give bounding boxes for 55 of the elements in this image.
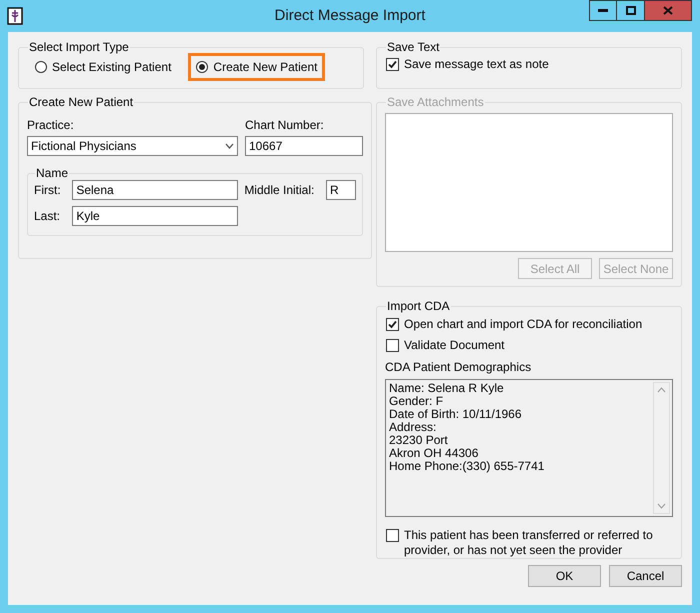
- radio-button[interactable]: [35, 61, 47, 73]
- scroll-down-icon: [657, 503, 666, 509]
- checkbox[interactable]: [386, 58, 399, 71]
- field-label: Chart Number:: [245, 117, 325, 134]
- checkbox-label: Validate Document: [404, 338, 504, 353]
- scroll-up-icon: [657, 387, 666, 393]
- field-label: Practice:: [27, 117, 75, 134]
- checkbox-label: Save message text as note: [404, 57, 549, 72]
- app-icon: [7, 7, 23, 25]
- radio-button[interactable]: [196, 61, 208, 73]
- checkbox-label: Open chart and import CDA for reconciliation: [404, 317, 642, 332]
- text-field[interactable]: 10667: [245, 136, 363, 156]
- field-label: CDA Patient Demographics: [385, 359, 532, 376]
- text-field[interactable]: R: [326, 180, 356, 200]
- check-icon: [388, 320, 397, 329]
- maximize-icon: [626, 6, 636, 15]
- maximize-button[interactable]: [617, 0, 645, 21]
- check-icon: [388, 60, 397, 69]
- demographics-line: Address:: [389, 421, 438, 434]
- text-field[interactable]: Kyle: [72, 206, 238, 226]
- group-title: Import CDA: [386, 298, 451, 315]
- radio-option[interactable]: Create New Patient: [188, 53, 326, 81]
- demographics-line: Home Phone:(330) 655-7741: [389, 460, 546, 473]
- close-icon: [663, 6, 673, 15]
- group-title: Select Import Type: [28, 39, 130, 56]
- radio-option[interactable]: Select Existing Patient: [32, 53, 174, 81]
- field-label: Last:: [34, 208, 62, 225]
- demographics-box[interactable]: Name: Selena R Kyle Gender: F Date of Birth: 10/11/1966 Address: 23230 Port Akron OH 44306 Home Phone:(330) 655-7741: [385, 379, 673, 517]
- practice-dropdown[interactable]: Fictional Physicians: [27, 136, 238, 156]
- demographics-line: 23230 Port: [389, 434, 449, 447]
- dialog-button[interactable]: Cancel: [609, 565, 682, 587]
- checkbox[interactable]: [386, 318, 399, 331]
- field-label: First:: [34, 182, 62, 199]
- scrollbar[interactable]: [653, 382, 670, 514]
- demographics-line: Gender: F: [389, 395, 444, 408]
- minimize-icon: [598, 9, 608, 12]
- radio-label: Select Existing Patient: [52, 59, 172, 76]
- demographics-line: Akron OH 44306: [389, 447, 480, 460]
- group-title: Save Attachments: [386, 94, 485, 111]
- group-title: Save Text: [386, 39, 440, 56]
- chevron-down-icon: [225, 143, 234, 149]
- group-title: Name: [35, 165, 70, 182]
- checkbox[interactable]: [386, 339, 399, 352]
- close-button[interactable]: [645, 0, 692, 21]
- minimize-button[interactable]: [589, 0, 617, 21]
- demographics-line: Date of Birth: 10/11/1966: [389, 408, 523, 421]
- field-label: Middle Initial:: [244, 182, 316, 199]
- checkbox-label: This patient has been transferred or referred to provider, or has not yet seen the provider: [404, 528, 654, 558]
- radio-label: Create New Patient: [213, 59, 318, 76]
- window-title: Direct Message Import: [274, 6, 426, 26]
- demographics-line: Name: Selena R Kyle: [389, 382, 505, 395]
- checkbox[interactable]: [386, 529, 399, 542]
- group-title: Create New Patient: [28, 94, 134, 111]
- text-field[interactable]: Selena: [72, 180, 238, 200]
- dialog-button[interactable]: OK: [528, 565, 601, 587]
